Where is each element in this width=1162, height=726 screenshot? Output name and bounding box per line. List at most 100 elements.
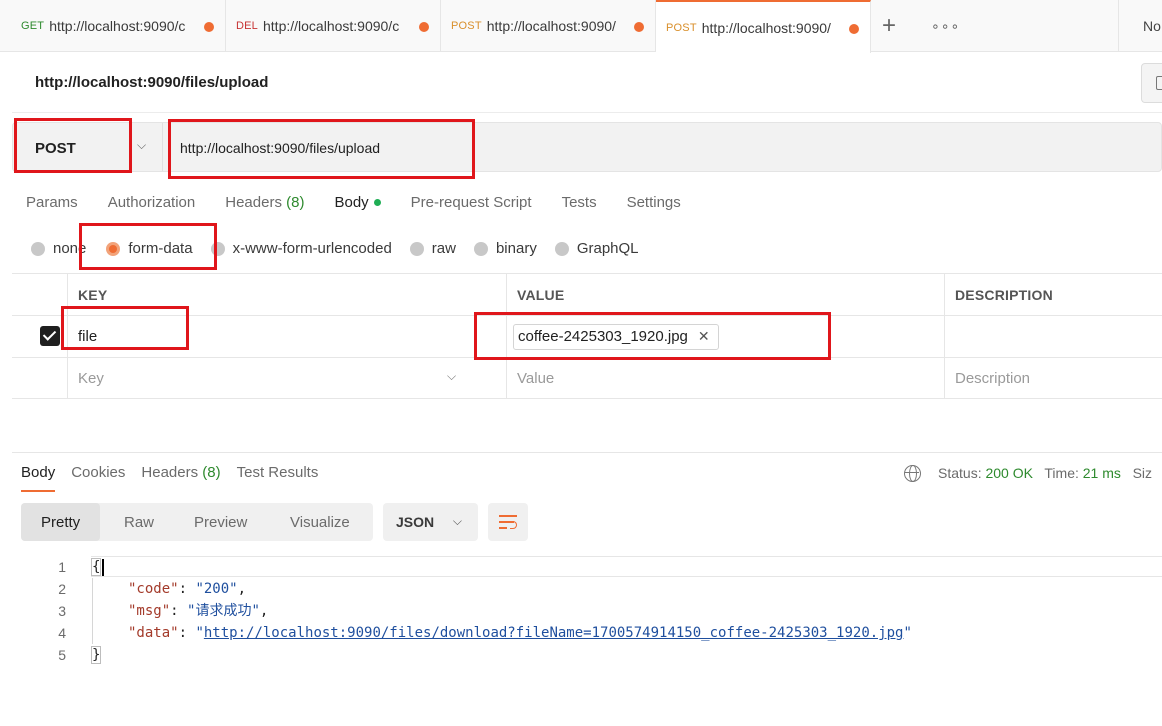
- radio-x-www-form-urlencoded[interactable]: x-www-form-urlencoded: [210, 240, 392, 257]
- view-preview[interactable]: Preview: [194, 503, 247, 541]
- response-tab-test-results[interactable]: Test Results: [237, 464, 319, 492]
- row-enabled-checkbox[interactable]: [40, 326, 60, 346]
- radio-label: x-www-form-urlencoded: [232, 240, 392, 257]
- body-type-radio-group: none form-data x-www-form-urlencoded raw…: [31, 240, 657, 257]
- save-icon: [1156, 76, 1162, 90]
- unsaved-dot-icon: [419, 22, 429, 32]
- chevron-down-icon: ⌵: [452, 514, 462, 528]
- globe-icon[interactable]: [904, 465, 921, 482]
- active-line-highlight: [91, 556, 1162, 577]
- radio-label: GraphQL: [576, 240, 639, 257]
- response-format-select[interactable]: JSON ⌵: [383, 503, 478, 541]
- size-label: Siz: [1132, 465, 1153, 481]
- status-label: Status:: [938, 465, 982, 481]
- form-data-table: KEY VALUE DESCRIPTION file coffee-242530…: [12, 273, 1162, 399]
- matched-brace: }: [91, 646, 102, 664]
- indent-guide: [92, 578, 93, 644]
- response-tabs: Body Cookies Headers (8) Test Results: [21, 464, 334, 492]
- chevron-down-icon[interactable]: ⌵: [137, 138, 146, 153]
- response-tab-headers[interactable]: Headers (8): [141, 464, 220, 492]
- tab-settings[interactable]: Settings: [627, 194, 681, 211]
- tab-params[interactable]: Params: [26, 194, 78, 211]
- line-text: "data": "http://localhost:9090/files/dow…: [128, 625, 912, 641]
- column-header-key: KEY: [67, 274, 506, 315]
- value-input[interactable]: Value: [506, 358, 944, 398]
- line-number: 5: [58, 647, 66, 663]
- line-text: "msg": "请求成功",: [128, 603, 269, 619]
- tab-headers-label: Headers: [225, 194, 282, 211]
- download-url-link[interactable]: http://localhost:9090/files/download?fil…: [204, 625, 904, 641]
- tab-body[interactable]: Body: [334, 194, 381, 211]
- radio-binary[interactable]: binary: [473, 240, 537, 257]
- json-key: "msg": [128, 603, 171, 619]
- key-input[interactable]: Key: [67, 358, 506, 398]
- tab-url: http://localhost:9090/c: [263, 18, 400, 34]
- request-title[interactable]: http://localhost:9090/files/upload: [35, 74, 268, 91]
- table-header-cell: [12, 274, 67, 315]
- text-cursor: [102, 558, 104, 576]
- wrap-lines-button[interactable]: [488, 503, 528, 541]
- tab-prerequest-script[interactable]: Pre-request Script: [411, 194, 532, 211]
- radio-circle-icon: [473, 241, 488, 256]
- radio-circle-icon: [409, 241, 424, 256]
- request-config-tabs: Params Authorization Headers (8) Body Pr…: [26, 194, 711, 211]
- radio-raw[interactable]: raw: [409, 240, 456, 257]
- tab-method: GET: [21, 20, 45, 32]
- key-cell[interactable]: file: [67, 316, 506, 357]
- description-input[interactable]: Description: [944, 358, 1162, 398]
- matched-brace: {: [91, 558, 102, 576]
- response-status-line: Status: 200 OK Time: 21 ms Siz: [938, 465, 1152, 481]
- request-tab-strip: GET http://localhost:9090/c DEL http://l…: [0, 0, 1162, 53]
- line-number: 1: [58, 559, 66, 575]
- row-checkbox-cell: [12, 358, 67, 398]
- request-tab-post[interactable]: POST http://localhost:9090/: [441, 0, 656, 52]
- json-quote: ": [195, 625, 204, 641]
- view-raw[interactable]: Raw: [124, 503, 154, 541]
- response-tab-body[interactable]: Body: [21, 464, 56, 492]
- response-headers-label: Headers: [141, 464, 199, 481]
- description-cell[interactable]: [944, 316, 1162, 357]
- radio-label: binary: [495, 240, 537, 257]
- tab-url: http://localhost:9090/: [486, 18, 616, 34]
- key-type-chevron-down-icon[interactable]: ⌵: [447, 369, 456, 384]
- request-tab-del[interactable]: DEL http://localhost:9090/c: [226, 0, 441, 52]
- request-tab-post-active[interactable]: POST http://localhost:9090/: [656, 0, 871, 53]
- radio-label: none: [53, 240, 87, 257]
- radio-form-data[interactable]: form-data: [106, 240, 193, 257]
- body-active-dot-icon: [373, 198, 381, 206]
- more-tabs-icon[interactable]: ∘∘∘: [931, 18, 960, 35]
- request-tab-get[interactable]: GET http://localhost:9090/c: [0, 0, 226, 52]
- tab-tests[interactable]: Tests: [562, 194, 597, 211]
- radio-graphql[interactable]: GraphQL: [554, 240, 639, 257]
- line-number: 3: [58, 603, 66, 619]
- file-chip[interactable]: coffee-2425303_1920.jpg ✕: [513, 323, 719, 350]
- radio-none[interactable]: none: [31, 240, 86, 257]
- tab-body-label: Body: [334, 194, 369, 211]
- file-name: coffee-2425303_1920.jpg: [518, 328, 688, 345]
- response-tab-cookies[interactable]: Cookies: [71, 464, 125, 492]
- tab-method: POST: [666, 21, 697, 34]
- tab-url: http://localhost:9090/c: [49, 18, 186, 34]
- tab-method: POST: [451, 20, 482, 32]
- time-label: Time:: [1044, 465, 1079, 481]
- response-headers-count: (8): [202, 464, 221, 481]
- view-pretty[interactable]: Pretty: [21, 503, 101, 541]
- status-value[interactable]: 200 OK: [985, 465, 1032, 481]
- method-select[interactable]: POST: [35, 140, 76, 157]
- new-tab-plus-icon[interactable]: +: [882, 14, 896, 38]
- save-button[interactable]: [1141, 63, 1162, 103]
- wrap-lines-icon: [499, 515, 517, 517]
- time-value[interactable]: 21 ms: [1083, 465, 1121, 481]
- wrap-lines-icon-part: [499, 527, 507, 529]
- column-header-value: VALUE: [506, 274, 944, 315]
- divider: [162, 123, 163, 171]
- unsaved-dot-icon: [204, 22, 214, 32]
- url-input[interactable]: http://localhost:9090/files/upload: [180, 140, 380, 156]
- table-header-row: KEY VALUE DESCRIPTION: [12, 273, 1162, 315]
- json-key: "data": [128, 625, 179, 641]
- remove-file-close-icon[interactable]: ✕: [698, 328, 710, 345]
- tab-headers[interactable]: Headers (8): [225, 194, 304, 211]
- tab-authorization[interactable]: Authorization: [108, 194, 196, 211]
- environment-selector[interactable]: No: [1143, 18, 1161, 34]
- view-visualize[interactable]: Visualize: [290, 503, 350, 541]
